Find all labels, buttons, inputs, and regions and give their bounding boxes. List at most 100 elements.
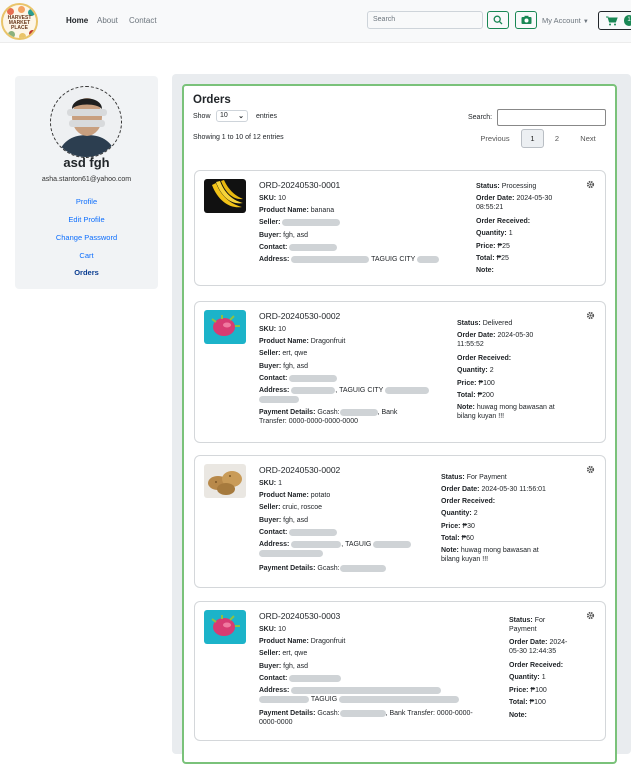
search-icon [493,15,503,25]
gear-icon[interactable] [586,180,595,189]
cart-count-badge: 1 [624,15,631,26]
order-total: Total: ₱60 [441,535,474,542]
gear-icon[interactable] [586,465,595,474]
order-sku: SKU: 10 [259,195,286,202]
order-status: Status: For Payment [441,474,507,481]
order-payment: Payment Details: Gcash:, Bank Transfer: 0… [259,408,398,425]
order-id: ORD-20240530-0003 [259,611,341,621]
product-image-dragonfruit [204,610,246,644]
table-search-label: Search: [468,114,493,121]
order-date: Order Date: 2024-05-30 11:56:01 [441,486,546,493]
sidebar-item-orders[interactable]: Orders [15,268,158,277]
order-address: Address: TAGUIG CITY [259,255,459,264]
order-product: Product Name: Dragonfruit [259,338,346,345]
order-card: ORD-20240530-0002 SKU: 10 Product Name: … [194,301,606,443]
order-contact: Contact: [259,243,338,252]
account-dropdown[interactable]: My Account ▼ [542,16,589,25]
show-label: Show [193,113,211,120]
order-card: ORD-20240530-0003 SKU: 10 Product Name: … [194,601,606,741]
cart-icon [606,16,618,26]
table-search-input[interactable] [497,109,606,126]
order-quantity: Quantity: 1 [509,674,546,681]
gear-icon[interactable] [586,611,595,620]
search-input[interactable]: Search [367,11,483,29]
order-total: Total: ₱200 [457,392,494,399]
order-buyer: Buyer: fgh, asd [259,363,309,370]
order-product: Product Name: banana [259,207,335,214]
order-card: ORD-20240530-0001 SKU: 10 Product Name: … [194,170,606,286]
entries-label: entries [256,113,278,120]
avatar [50,86,122,158]
order-quantity: Quantity: 1 [476,230,513,237]
user-photo [57,98,117,157]
order-payment: Payment Details: Gcash: [259,564,459,573]
nav-home-link[interactable]: Home [66,16,88,25]
profile-sidebar: asd fgh asha.stanton61@yahoo.com Profile… [15,76,158,289]
order-total: Total: ₱100 [509,699,546,706]
order-price: Price: ₱100 [509,687,547,694]
order-buyer: Buyer: fgh, asd [259,663,309,670]
order-price: Price: ₱25 [476,243,510,250]
order-sku: SKU: 10 [259,626,286,633]
order-id: ORD-20240530-0002 [259,311,341,321]
order-product: Product Name: Dragonfruit [259,638,346,645]
search-button[interactable] [487,11,509,29]
entries-select[interactable]: 10 ⌄ [216,110,248,122]
product-image-dragonfruit [204,310,246,344]
product-image-potato [204,464,246,498]
order-quantity: Quantity: 2 [457,367,494,374]
nav-about-link[interactable]: About [97,16,118,25]
order-price: Price: ₱30 [441,523,475,530]
order-contact: Contact: [259,528,338,537]
order-id: ORD-20240530-0002 [259,465,341,475]
order-received: Order Received: [457,355,512,362]
order-contact: Contact: [259,374,338,383]
order-seller: Seller: ert, qwe [259,650,308,657]
order-contact: Contact: [259,674,342,683]
entries-value: 10 [220,112,228,119]
brand-logo[interactable]: HARVEST MARKET PLACE [1,3,38,40]
order-status: Status: Delivered [457,320,513,327]
order-sku: SKU: 10 [259,326,286,333]
cart-button[interactable]: 1 [598,11,631,30]
order-seller: Seller: [259,218,341,227]
pagination-previous[interactable]: Previous [474,129,516,148]
order-total: Total: ₱25 [476,255,509,262]
order-sku: SKU: 1 [259,480,282,487]
order-date: Order Date: 2024-05-30 08:55:21 [476,195,553,211]
order-note: Note: huwag mong bawasan at bilang kuyan … [441,547,539,563]
order-card: ORD-20240530-0002 SKU: 1 Product Name: p… [194,455,606,588]
profile-email: asha.stanton61@yahoo.com [41,176,132,183]
nav-contact-link[interactable]: Contact [129,16,157,25]
camera-search-button[interactable] [515,11,537,29]
page-title: Orders [193,94,231,106]
order-buyer: Buyer: fgh, asd [259,232,309,239]
order-quantity: Quantity: 2 [441,510,478,517]
sidebar-item-profile[interactable]: Profile [15,197,158,206]
pagination-page-2[interactable]: 2 [547,129,567,148]
product-image-banana [204,179,246,213]
pagination-page-1[interactable]: 1 [521,129,544,148]
orders-panel: Orders Show 10 ⌄ entries Search: Showing … [182,84,617,764]
account-label: My Account [542,16,581,25]
order-address: Address: , TAGUIG CITY [259,386,459,404]
gear-icon[interactable] [586,311,595,320]
sidebar-item-change-password[interactable]: Change Password [15,233,158,242]
sidebar-item-cart[interactable]: Cart [15,251,158,260]
main-area: Orders Show 10 ⌄ entries Search: Showing … [172,74,631,764]
order-product: Product Name: potato [259,492,331,499]
order-address: Address: , TAGUIG [259,540,459,558]
order-received: Order Received: [441,498,496,505]
order-status: Status: Processing [476,183,537,190]
order-seller: Seller: ert, qwe [259,350,308,357]
order-seller: Seller: cruic, roscoe [259,504,323,511]
order-date: Order Date: 2024- 05-30 12:44:35 [509,639,568,655]
order-payment: Payment Details: Gcash:, Bank Transfer: … [259,709,473,726]
order-price: Price: ₱100 [457,380,495,387]
order-received: Order Received: [476,218,531,225]
sidebar-item-edit-profile[interactable]: Edit Profile [15,215,158,224]
pagination-next[interactable]: Next [572,129,604,148]
order-note: Note: [476,267,494,274]
chevron-down-icon: ⌄ [238,113,244,120]
order-id: ORD-20240530-0001 [259,180,341,190]
